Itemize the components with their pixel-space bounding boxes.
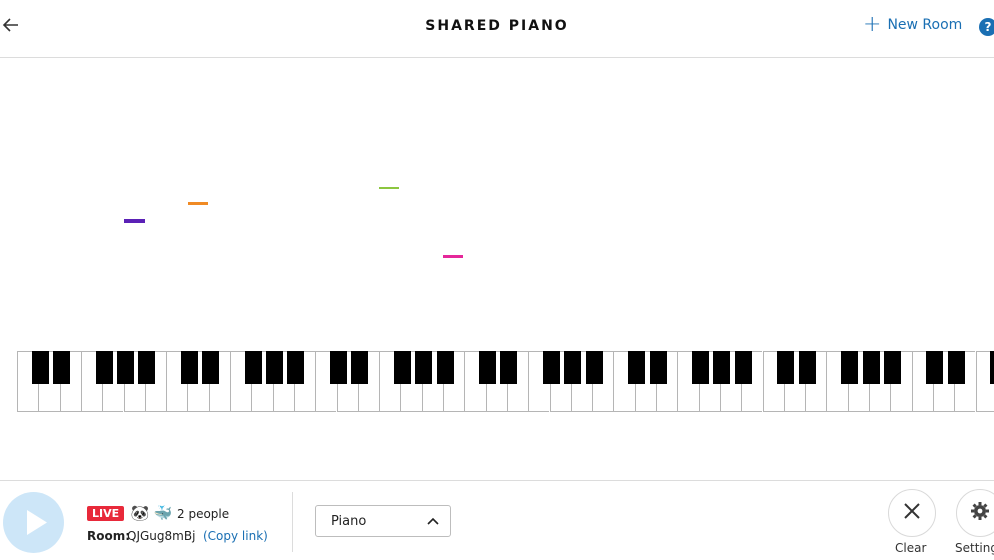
- note-trail: [443, 255, 463, 258]
- header: SHARED PIANO + New Room ?: [0, 0, 994, 58]
- black-key[interactable]: [181, 351, 198, 384]
- black-key[interactable]: [586, 351, 603, 384]
- page-title: SHARED PIANO: [0, 18, 994, 34]
- divider: [292, 492, 293, 552]
- new-room-label: New Room: [887, 17, 962, 33]
- black-key[interactable]: [330, 351, 347, 384]
- room-label: Room:: [87, 529, 130, 543]
- black-key[interactable]: [628, 351, 645, 384]
- black-key[interactable]: [202, 351, 219, 384]
- note-trail: [124, 219, 145, 223]
- black-key[interactable]: [96, 351, 113, 384]
- black-key[interactable]: [564, 351, 581, 384]
- black-key[interactable]: [245, 351, 262, 384]
- black-key[interactable]: [394, 351, 411, 384]
- black-key[interactable]: [500, 351, 517, 384]
- black-key[interactable]: [479, 351, 496, 384]
- black-key[interactable]: [266, 351, 283, 384]
- black-key[interactable]: [926, 351, 943, 384]
- black-key[interactable]: [841, 351, 858, 384]
- black-key[interactable]: [117, 351, 134, 384]
- play-button[interactable]: [3, 492, 64, 553]
- room-code: QJGug8mBj: [127, 529, 195, 543]
- plus-icon: +: [863, 16, 881, 34]
- gear-icon: [969, 500, 991, 526]
- black-key[interactable]: [884, 351, 901, 384]
- black-key[interactable]: [32, 351, 49, 384]
- black-key[interactable]: [415, 351, 432, 384]
- note-trail: [379, 187, 399, 189]
- copy-link[interactable]: (Copy link): [203, 529, 268, 543]
- clear-label: Clear: [895, 541, 926, 555]
- settings-button[interactable]: [956, 489, 994, 537]
- black-key[interactable]: [990, 351, 994, 384]
- live-badge: LIVE: [87, 506, 124, 521]
- footer: LIVE 🐼 🐳 2 people Room: QJGug8mBj (Copy …: [0, 480, 994, 560]
- whale-avatar: 🐳: [153, 503, 173, 523]
- piano-keyboard[interactable]: [17, 351, 994, 413]
- instrument-value: Piano: [331, 514, 366, 529]
- note-visualizer: [0, 58, 994, 350]
- black-key[interactable]: [777, 351, 794, 384]
- black-key[interactable]: [650, 351, 667, 384]
- new-room-button[interactable]: + New Room: [863, 16, 962, 34]
- black-key[interactable]: [287, 351, 304, 384]
- black-key[interactable]: [713, 351, 730, 384]
- close-icon: [902, 501, 922, 525]
- instrument-select[interactable]: Piano: [315, 505, 451, 537]
- panda-avatar: 🐼: [130, 503, 150, 523]
- chevron-up-icon: [426, 511, 440, 535]
- black-key[interactable]: [543, 351, 560, 384]
- black-key[interactable]: [138, 351, 155, 384]
- black-key[interactable]: [53, 351, 70, 384]
- black-key[interactable]: [863, 351, 880, 384]
- people-count: 2 people: [177, 507, 229, 521]
- black-key[interactable]: [799, 351, 816, 384]
- note-trail: [188, 202, 208, 205]
- settings-label: Settings: [955, 541, 994, 555]
- black-key[interactable]: [437, 351, 454, 384]
- clear-button[interactable]: [888, 489, 936, 537]
- black-key[interactable]: [692, 351, 709, 384]
- black-key[interactable]: [948, 351, 965, 384]
- help-button[interactable]: ?: [979, 18, 994, 36]
- question-icon: ?: [985, 20, 992, 34]
- black-key[interactable]: [735, 351, 752, 384]
- play-icon: [3, 492, 64, 553]
- black-key[interactable]: [351, 351, 368, 384]
